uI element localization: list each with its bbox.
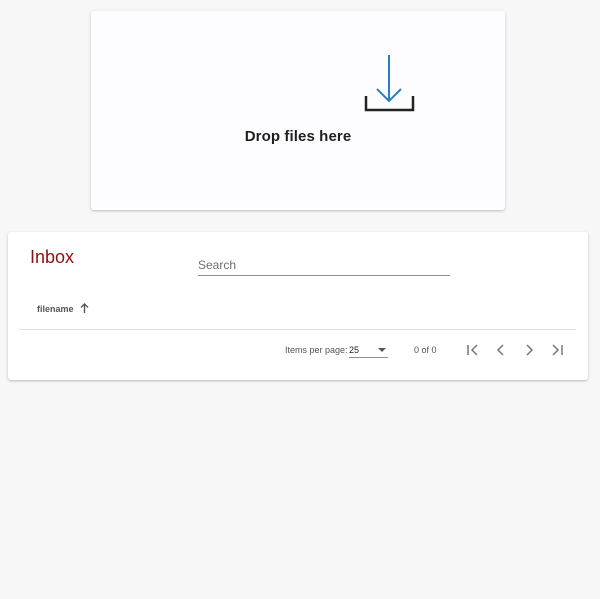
items-per-page-select[interactable]: 25	[349, 341, 388, 358]
column-label: filename	[37, 304, 74, 314]
download-icon	[363, 54, 415, 112]
first-page-icon	[463, 340, 483, 360]
dropzone-label: Drop files here	[244, 128, 352, 145]
column-header-filename[interactable]: filename	[37, 303, 89, 315]
file-dropzone[interactable]: Drop files here	[91, 11, 505, 210]
last-page-icon	[547, 340, 567, 360]
previous-page-button[interactable]	[491, 340, 511, 360]
arrow-up-icon	[80, 303, 89, 315]
last-page-button[interactable]	[547, 340, 567, 360]
inbox-title: Inbox	[30, 247, 75, 267]
items-per-page-label: Items per page:	[285, 345, 348, 355]
first-page-button[interactable]	[463, 340, 483, 360]
page-range-label: 0 of 0	[414, 345, 437, 355]
chevron-down-icon	[378, 348, 386, 352]
previous-page-icon	[491, 340, 511, 360]
next-page-button[interactable]	[519, 340, 539, 360]
paginator: Items per page: 25 0 of 0	[8, 340, 588, 360]
inbox-card: Inbox filename Items per page: 25 0 of 0	[8, 232, 588, 380]
next-page-icon	[519, 340, 539, 360]
items-per-page-value: 25	[349, 345, 360, 355]
table-header-row: filename	[19, 292, 576, 330]
search-input[interactable]	[198, 254, 450, 276]
